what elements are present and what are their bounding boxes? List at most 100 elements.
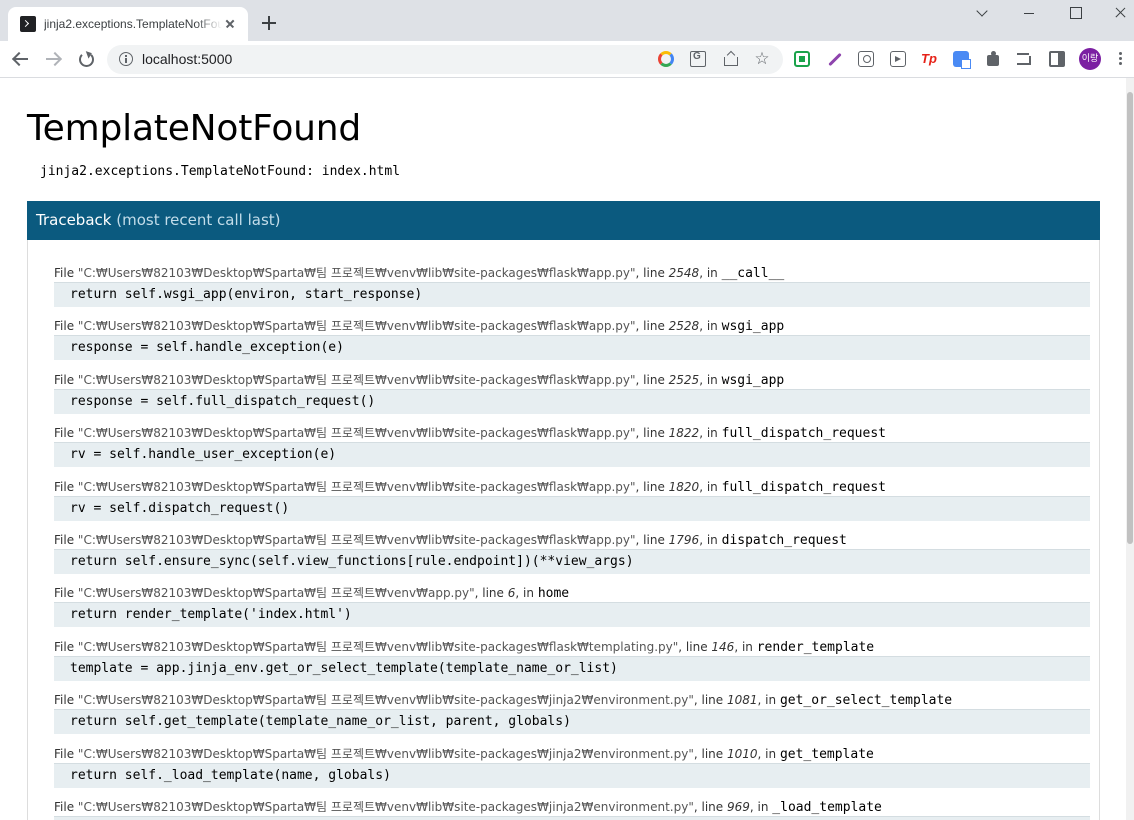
traceback-body: File "C:₩Users₩82103₩Desktop₩Sparta₩팀 프로… xyxy=(27,240,1100,820)
frame-code[interactable]: rv = self.dispatch_request() xyxy=(54,495,1090,521)
google-icon[interactable] xyxy=(658,51,674,67)
frame-prefix: File xyxy=(54,746,75,761)
close-icon[interactable] xyxy=(222,16,238,32)
frame-in-word: in xyxy=(706,426,718,441)
extension-tp-icon[interactable]: Tp xyxy=(921,51,937,67)
kebab-menu-icon[interactable] xyxy=(1116,51,1126,67)
frame-filename: "C:₩Users₩82103₩Desktop₩Sparta₩팀 프로젝트₩ve… xyxy=(77,266,636,280)
frame-function: wsgi_app xyxy=(721,319,785,335)
frame-in-word: in xyxy=(765,746,777,761)
frame-location: File "C:₩Users₩82103₩Desktop₩Sparta₩팀 프로… xyxy=(54,639,875,655)
url-text[interactable]: localhost:5000 xyxy=(142,51,232,67)
sidepanel-icon[interactable] xyxy=(1049,51,1065,67)
frame-filename: "C:₩Users₩82103₩Desktop₩Sparta₩팀 프로젝트₩ve… xyxy=(77,533,636,547)
frame-location: File "C:₩Users₩82103₩Desktop₩Sparta₩팀 프로… xyxy=(54,693,953,709)
frame-prefix: File xyxy=(54,372,75,387)
star-icon[interactable]: ☆ xyxy=(754,51,770,68)
tab-search-button[interactable] xyxy=(960,0,1006,28)
frame-code[interactable]: template = app.jinja_env.get_or_select_t… xyxy=(54,655,1090,681)
frame-in-word: in xyxy=(741,639,753,654)
frame-line-word: line xyxy=(643,372,665,387)
traceback-frame: File "C:₩Users₩82103₩Desktop₩Sparta₩팀 프로… xyxy=(54,798,1090,820)
browser-tab[interactable]: jinja2.exceptions.TemplateNotFound: inde… xyxy=(8,7,248,41)
frame-code[interactable]: rv = self.handle_user_exception(e) xyxy=(54,442,1090,468)
frame-in-word: in xyxy=(765,693,777,708)
frame-line-word: line xyxy=(643,479,665,494)
frame-prefix: File xyxy=(54,586,75,601)
frame-code[interactable]: return render_template('index.html') xyxy=(54,602,1090,628)
frame-line-number: 1081 xyxy=(726,693,758,708)
frame-filename: "C:₩Users₩82103₩Desktop₩Sparta₩팀 프로젝트₩ve… xyxy=(77,693,694,708)
google-translate-icon[interactable] xyxy=(953,51,971,69)
frame-function: get_template xyxy=(779,746,874,762)
frame-line-number: 2525 xyxy=(668,372,700,387)
extension-pen-icon[interactable] xyxy=(826,51,842,67)
new-tab-button[interactable] xyxy=(260,14,278,32)
tv-icon[interactable] xyxy=(890,51,906,67)
frame-location: File "C:₩Users₩82103₩Desktop₩Sparta₩팀 프로… xyxy=(54,372,785,388)
frame-in-word: in xyxy=(757,800,769,814)
error-message: jinja2.exceptions.TemplateNotFound: inde… xyxy=(40,164,401,179)
forward-button[interactable] xyxy=(43,49,63,69)
reload-button[interactable] xyxy=(76,49,96,69)
frame-prefix: File xyxy=(54,479,75,494)
frame-function: dispatch_request xyxy=(721,533,847,548)
frame-location: File "C:₩Users₩82103₩Desktop₩Sparta₩팀 프로… xyxy=(54,266,785,281)
frame-line-number: 146 xyxy=(711,639,735,654)
traceback-frame: File "C:₩Users₩82103₩Desktop₩Sparta₩팀 프로… xyxy=(54,745,1090,788)
frame-location: File "C:₩Users₩82103₩Desktop₩Sparta₩팀 프로… xyxy=(54,479,886,495)
avatar[interactable]: 이랑 xyxy=(1079,48,1101,70)
scrollbar[interactable] xyxy=(1126,78,1134,820)
frame-in-word: in xyxy=(706,319,718,334)
share-icon[interactable] xyxy=(722,51,738,67)
playlist-icon[interactable] xyxy=(1017,51,1033,67)
frame-prefix: File xyxy=(54,319,75,334)
terminal-favicon-icon xyxy=(20,16,36,32)
frame-in-word: in xyxy=(706,479,718,494)
maximize-button[interactable] xyxy=(1052,0,1098,28)
frame-code[interactable]: response = self.full_dispatch_request() xyxy=(54,388,1090,414)
frame-in-word: in xyxy=(706,533,718,547)
frame-code[interactable]: response = self.handle_exception(e) xyxy=(54,335,1090,361)
camera-icon[interactable] xyxy=(858,51,874,67)
frame-line-number: 969 xyxy=(726,800,750,814)
frame-line-number: 1822 xyxy=(668,426,700,441)
window-close-button[interactable] xyxy=(1097,0,1134,28)
back-button[interactable] xyxy=(11,49,31,69)
address-bar[interactable]: localhost:5000 ☆ xyxy=(107,45,783,74)
frame-code[interactable] xyxy=(54,816,1090,820)
traceback-frame: File "C:₩Users₩82103₩Desktop₩Sparta₩팀 프로… xyxy=(54,584,1090,628)
frame-location: File "C:₩Users₩82103₩Desktop₩Sparta₩팀 프로… xyxy=(54,426,886,442)
frame-in-word: in xyxy=(523,586,534,601)
frame-function: get_or_select_template xyxy=(779,693,953,709)
frame-code[interactable]: return self.get_template(template_name_o… xyxy=(54,709,1090,735)
tab-title: jinja2.exceptions.TemplateNotFound: inde… xyxy=(44,17,222,31)
frame-filename: "C:₩Users₩82103₩Desktop₩Sparta₩팀 프로젝트₩ve… xyxy=(77,479,636,494)
frame-function: home xyxy=(537,586,570,602)
traceback-frame: File "C:₩Users₩82103₩Desktop₩Sparta₩팀 프로… xyxy=(54,424,1090,468)
frame-line-word: line xyxy=(701,800,724,814)
puzzle-icon[interactable] xyxy=(986,51,1002,67)
traceback-frame: File "C:₩Users₩82103₩Desktop₩Sparta₩팀 프로… xyxy=(54,531,1090,574)
translate-icon[interactable] xyxy=(690,51,706,67)
info-icon[interactable] xyxy=(119,52,133,66)
frame-filename: "C:₩Users₩82103₩Desktop₩Sparta₩팀 프로젝트₩ve… xyxy=(77,800,694,814)
frame-line-word: line xyxy=(482,586,504,601)
frame-code[interactable]: return self._load_template(name, globals… xyxy=(54,762,1090,788)
minimize-button[interactable] xyxy=(1006,0,1052,28)
frame-prefix: File xyxy=(54,800,75,814)
tab-strip: jinja2.exceptions.TemplateNotFound: inde… xyxy=(0,0,1134,41)
frame-filename: "C:₩Users₩82103₩Desktop₩Sparta₩팀 프로젝트₩ve… xyxy=(77,746,694,761)
frame-code[interactable]: return self.ensure_sync(self.view_functi… xyxy=(54,549,1090,574)
scrollbar-thumb[interactable] xyxy=(1127,92,1133,544)
frame-filename: "C:₩Users₩82103₩Desktop₩Sparta₩팀 프로젝트₩ve… xyxy=(77,586,475,601)
traceback-frame: File "C:₩Users₩82103₩Desktop₩Sparta₩팀 프로… xyxy=(54,691,1090,735)
frame-filename: "C:₩Users₩82103₩Desktop₩Sparta₩팀 프로젝트₩ve… xyxy=(77,319,636,334)
frame-line-word: line xyxy=(701,746,724,761)
browser-toolbar: localhost:5000 ☆ Tp 이랑 xyxy=(0,41,1134,78)
frame-function: _load_template xyxy=(772,800,882,815)
extension-green-icon[interactable] xyxy=(794,51,810,67)
frame-code[interactable]: return self.wsgi_app(environ, start_resp… xyxy=(54,282,1090,307)
frame-prefix: File xyxy=(54,426,75,441)
frame-filename: "C:₩Users₩82103₩Desktop₩Sparta₩팀 프로젝트₩ve… xyxy=(77,426,636,441)
